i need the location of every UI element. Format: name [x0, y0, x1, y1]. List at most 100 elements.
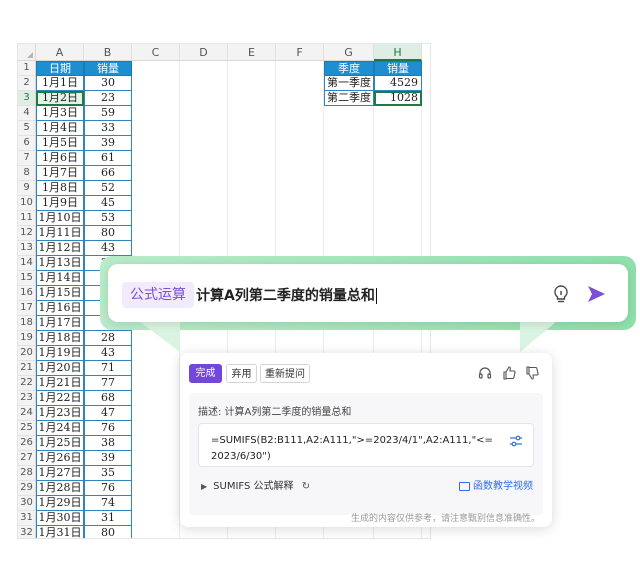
row-header-10[interactable]: 10 — [18, 196, 36, 211]
date-cell[interactable]: 1月17日 — [36, 316, 84, 331]
sales-cell[interactable]: 39 — [84, 451, 132, 466]
done-button[interactable]: 完成 — [189, 364, 222, 383]
quarter-cell[interactable]: 第一季度 — [324, 76, 374, 91]
table-header-sales[interactable]: 销量 — [84, 61, 132, 76]
row-header-17[interactable]: 17 — [18, 301, 36, 316]
row-header-3[interactable]: 3 — [18, 91, 36, 106]
date-cell[interactable]: 1月10日 — [36, 211, 84, 226]
date-cell[interactable]: 1月31日 — [36, 526, 84, 538]
row-header-28[interactable]: 28 — [18, 466, 36, 481]
date-cell[interactable]: 1月16日 — [36, 301, 84, 316]
sales-cell[interactable]: 74 — [84, 496, 132, 511]
row-header-14[interactable]: 14 — [18, 256, 36, 271]
date-cell[interactable]: 1月25日 — [36, 436, 84, 451]
column-header-d[interactable]: D — [180, 44, 228, 61]
date-cell[interactable]: 1月8日 — [36, 181, 84, 196]
date-cell[interactable]: 1月19日 — [36, 346, 84, 361]
sales-cell[interactable]: 52 — [84, 181, 132, 196]
sales-cell[interactable]: 23 — [84, 91, 132, 106]
formula-mode-tag[interactable]: 公式运算 — [122, 282, 194, 308]
sales-cell[interactable]: 66 — [84, 166, 132, 181]
sales-cell[interactable]: 76 — [84, 421, 132, 436]
sales-cell[interactable]: 28 — [84, 331, 132, 346]
row-header-30[interactable]: 30 — [18, 496, 36, 511]
row-header-12[interactable]: 12 — [18, 226, 36, 241]
date-cell[interactable]: 1月27日 — [36, 466, 84, 481]
date-cell[interactable]: 1月18日 — [36, 331, 84, 346]
row-header-26[interactable]: 26 — [18, 436, 36, 451]
sales-cell[interactable]: 80 — [84, 526, 132, 538]
date-cell[interactable]: 1月11日 — [36, 226, 84, 241]
column-header-e[interactable]: E — [228, 44, 276, 61]
sales-cell[interactable]: 39 — [84, 136, 132, 151]
reask-button[interactable]: 重新提问 — [260, 364, 310, 383]
row-header-23[interactable]: 23 — [18, 391, 36, 406]
row-header-13[interactable]: 13 — [18, 241, 36, 256]
sales-cell[interactable]: 30 — [84, 76, 132, 91]
row-header-22[interactable]: 22 — [18, 376, 36, 391]
row-header-9[interactable]: 9 — [18, 181, 36, 196]
sales-cell[interactable]: 76 — [84, 481, 132, 496]
date-cell[interactable]: 1月6日 — [36, 151, 84, 166]
tutorial-video-link[interactable]: 函数教学视频 — [459, 477, 533, 492]
send-icon[interactable] — [586, 284, 606, 304]
sales-cell[interactable]: 77 — [84, 376, 132, 391]
thumbs-up-icon[interactable] — [502, 366, 516, 380]
sales-cell[interactable]: 71 — [84, 361, 132, 376]
row-header-27[interactable]: 27 — [18, 451, 36, 466]
row-header-19[interactable]: 19 — [18, 331, 36, 346]
date-cell[interactable]: 1月28日 — [36, 481, 84, 496]
column-header-h[interactable]: H — [374, 44, 422, 61]
sales-cell[interactable]: 47 — [84, 406, 132, 421]
summary-header-sales[interactable]: 销量 — [374, 61, 422, 76]
ai-prompt-bar[interactable]: 公式运算 计算A列第二季度的销量总和 — [108, 264, 628, 322]
lightbulb-icon[interactable] — [552, 284, 570, 304]
date-cell[interactable]: 1月15日 — [36, 286, 84, 301]
column-header-g[interactable]: G — [324, 44, 374, 61]
prompt-input[interactable]: 计算A列第二季度的销量总和 — [196, 285, 377, 305]
table-header-date[interactable]: 日期 — [36, 61, 84, 76]
row-header-24[interactable]: 24 — [18, 406, 36, 421]
row-header-18[interactable]: 18 — [18, 316, 36, 331]
date-cell[interactable]: 1月5日 — [36, 136, 84, 151]
date-cell[interactable]: 1月23日 — [36, 406, 84, 421]
row-header-25[interactable]: 25 — [18, 421, 36, 436]
row-header-32[interactable]: 32 — [18, 526, 36, 538]
column-header-f[interactable]: F — [276, 44, 324, 61]
quarter-sales-cell[interactable]: 1028 — [374, 91, 422, 106]
date-cell[interactable]: 1月24日 — [36, 421, 84, 436]
sales-cell[interactable]: 45 — [84, 196, 132, 211]
sales-cell[interactable]: 31 — [84, 511, 132, 526]
date-cell[interactable]: 1月3日 — [36, 106, 84, 121]
settings-sliders-icon[interactable] — [509, 434, 523, 448]
quarter-cell[interactable]: 第二季度 — [324, 91, 374, 106]
row-header-31[interactable]: 31 — [18, 511, 36, 526]
formula-explain-toggle[interactable]: ▶ SUMIFS 公式解释 ↻ — [201, 477, 310, 492]
row-header-6[interactable]: 6 — [18, 136, 36, 151]
date-cell[interactable]: 1月12日 — [36, 241, 84, 256]
row-header-1[interactable]: 1 — [18, 61, 36, 76]
date-cell[interactable]: 1月29日 — [36, 496, 84, 511]
sales-cell[interactable]: 38 — [84, 436, 132, 451]
date-cell[interactable]: 1月22日 — [36, 391, 84, 406]
row-header-7[interactable]: 7 — [18, 151, 36, 166]
row-header-4[interactable]: 4 — [18, 106, 36, 121]
sales-cell[interactable]: 43 — [84, 241, 132, 256]
row-header-21[interactable]: 21 — [18, 361, 36, 376]
sales-cell[interactable]: 61 — [84, 151, 132, 166]
date-cell[interactable]: 1月21日 — [36, 376, 84, 391]
sales-cell[interactable]: 43 — [84, 346, 132, 361]
column-header-b[interactable]: B — [84, 44, 132, 61]
date-cell[interactable]: 1月20日 — [36, 361, 84, 376]
headset-icon[interactable] — [478, 366, 492, 380]
refresh-icon[interactable]: ↻ — [302, 481, 310, 492]
row-header-29[interactable]: 29 — [18, 481, 36, 496]
date-cell[interactable]: 1月13日 — [36, 256, 84, 271]
date-cell[interactable]: 1月2日 — [36, 91, 84, 106]
date-cell[interactable]: 1月9日 — [36, 196, 84, 211]
thumbs-down-icon[interactable] — [525, 366, 539, 380]
sales-cell[interactable]: 68 — [84, 391, 132, 406]
formula-box[interactable]: =SUMIFS(B2:B111,A2:A111,">=2023/4/1",A2:… — [198, 423, 534, 467]
discard-button[interactable]: 弃用 — [226, 364, 257, 383]
date-cell[interactable]: 1月14日 — [36, 271, 84, 286]
